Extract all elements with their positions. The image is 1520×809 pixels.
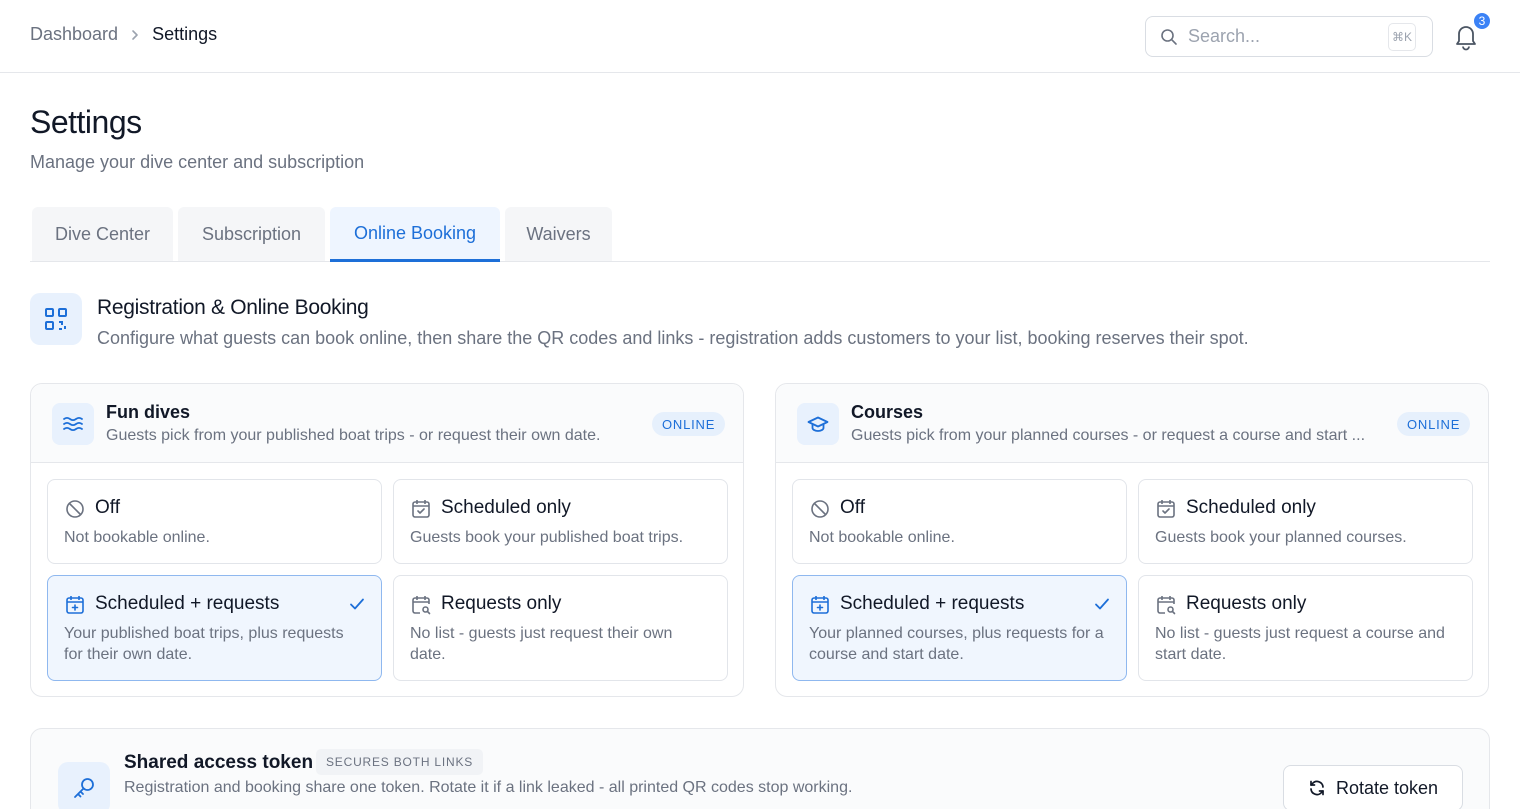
tab-online-booking[interactable]: Online Booking — [330, 207, 500, 262]
chevron-right-icon — [130, 28, 140, 42]
option-title: Requests only — [441, 593, 562, 614]
option-title: Off — [840, 497, 865, 518]
card-title: Courses — [851, 402, 924, 422]
key-icon — [58, 762, 110, 809]
section-subtitle: Configure what guests can book online, t… — [97, 328, 1249, 348]
option-scheduled-only[interactable]: Scheduled only Guests book your planned … — [1138, 479, 1473, 564]
calendar-plus-icon — [811, 596, 829, 614]
off-icon — [66, 500, 84, 518]
section-title: Registration & Online Booking — [97, 296, 369, 319]
calendar-search-icon — [412, 596, 431, 615]
qr-code-icon — [30, 293, 82, 345]
notification-badge: 3 — [1472, 11, 1492, 31]
search-input[interactable]: Search... ⌘K — [1145, 16, 1433, 57]
calendar-check-icon — [1157, 500, 1175, 518]
shortcut-hint: ⌘K — [1388, 22, 1416, 51]
option-requests-only[interactable]: Requests only No list - guests just requ… — [393, 575, 728, 681]
calendar-plus-icon — [66, 596, 84, 614]
calendar-check-icon — [412, 500, 430, 518]
graduation-cap-icon — [797, 403, 839, 445]
tab-subscription[interactable]: Subscription — [178, 207, 325, 261]
card-header: Fun dives Guests pick from your publishe… — [31, 384, 743, 463]
option-desc: No list - guests just request their own … — [410, 625, 673, 663]
option-title: Scheduled only — [1186, 497, 1316, 518]
option-desc: Guests book your planned courses. — [1155, 529, 1407, 546]
courses-card: Courses Guests pick from your planned co… — [775, 383, 1489, 697]
tab-waivers[interactable]: Waivers — [505, 207, 612, 261]
check-icon — [1095, 598, 1109, 610]
option-desc: Your published boat trips, plus requests… — [64, 625, 344, 663]
token-title: Shared access token — [124, 752, 314, 773]
search-icon — [1161, 28, 1177, 45]
shared-token-card: Shared access token SECURES BOTH LINKS R… — [30, 728, 1490, 809]
option-off[interactable]: Off Not bookable online. — [792, 479, 1127, 564]
option-desc: Not bookable online. — [809, 529, 955, 546]
breadcrumb-current: Settings — [152, 24, 218, 44]
top-bar: Dashboard Settings Search... ⌘K 3 — [0, 0, 1520, 73]
option-title: Scheduled + requests — [95, 593, 280, 614]
breadcrumb-dashboard[interactable]: Dashboard — [30, 24, 118, 45]
token-subtitle: Registration and booking share one token… — [124, 779, 853, 796]
rotate-token-label: Rotate token — [1335, 777, 1439, 798]
fun-dives-card: Fun dives Guests pick from your publishe… — [30, 383, 744, 697]
check-icon — [350, 598, 364, 610]
option-desc: Guests book your published boat trips. — [410, 529, 684, 546]
search-placeholder: Search... — [1188, 26, 1261, 46]
off-icon — [811, 500, 829, 518]
option-title: Scheduled only — [441, 497, 571, 518]
card-subtitle: Guests pick from your published boat tri… — [106, 427, 601, 444]
page-subtitle: Manage your dive center and subscription — [30, 152, 365, 172]
card-subtitle: Guests pick from your planned courses - … — [851, 427, 1366, 444]
option-desc: No list - guests just request a course a… — [1155, 625, 1445, 663]
option-scheduled-only[interactable]: Scheduled only Guests book your publishe… — [393, 479, 728, 564]
tab-dive-center[interactable]: Dive Center — [32, 207, 173, 261]
card-title: Fun dives — [106, 402, 191, 422]
waves-icon — [52, 403, 94, 445]
refresh-icon — [1310, 780, 1324, 796]
option-desc: Your planned courses, plus requests for … — [809, 625, 1104, 663]
page-title: Settings — [30, 104, 142, 140]
card-header: Courses Guests pick from your planned co… — [776, 384, 1488, 463]
token-badge: SECURES BOTH LINKS — [316, 749, 484, 775]
breadcrumb: Dashboard Settings — [30, 24, 217, 45]
option-requests-only[interactable]: Requests only No list - guests just requ… — [1138, 575, 1473, 681]
option-title: Scheduled + requests — [840, 593, 1025, 614]
rotate-token-button[interactable]: Rotate token — [1283, 765, 1463, 809]
option-off[interactable]: Off Not bookable online. — [47, 479, 382, 564]
option-scheduled-requests[interactable]: Scheduled + requests Your published boat… — [47, 575, 382, 681]
status-badge: ONLINE — [1397, 412, 1471, 436]
option-scheduled-requests[interactable]: Scheduled + requests Your planned course… — [792, 575, 1127, 681]
settings-tabs: Dive Center Subscription Online Booking … — [30, 207, 1490, 262]
option-title: Off — [95, 497, 120, 518]
option-desc: Not bookable online. — [64, 529, 210, 546]
option-title: Requests only — [1186, 593, 1307, 614]
calendar-search-icon — [1157, 596, 1176, 615]
status-badge: ONLINE — [652, 412, 726, 436]
